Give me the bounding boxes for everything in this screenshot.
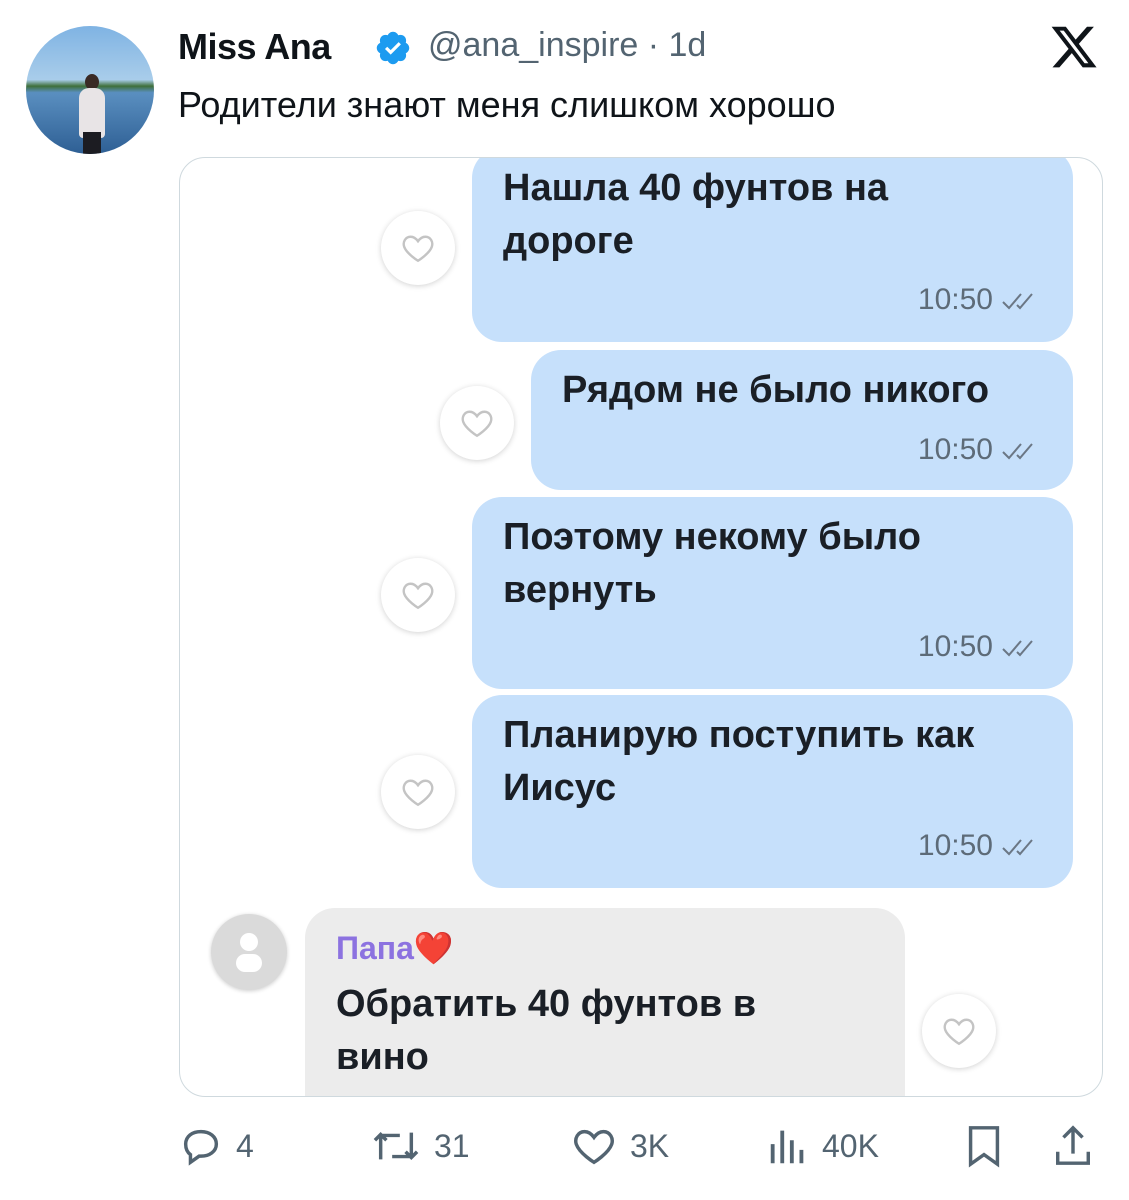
- reply-button[interactable]: 4: [178, 1118, 254, 1174]
- heart-icon: [461, 410, 493, 438]
- reply-count: 4: [236, 1127, 254, 1164]
- read-checks-icon: [1002, 293, 1033, 310]
- message-bubble[interactable]: Нашла 40 фунтов на дороге 10:50: [472, 158, 1073, 342]
- sender-name: Папа❤️: [336, 930, 454, 966]
- reply-icon: [183, 1129, 219, 1166]
- author-handle[interactable]: @ana_inspire · 1d: [428, 26, 706, 65]
- reply-bubble[interactable]: Папа❤️ Обратить 40 фунтов в вино: [305, 908, 905, 1096]
- sender-avatar[interactable]: [211, 914, 287, 990]
- author-avatar[interactable]: [26, 26, 154, 154]
- bookmark-icon: [968, 1126, 1000, 1168]
- x-logo-icon[interactable]: [1048, 22, 1100, 72]
- reply-text: Обратить 40 фунтов в: [336, 983, 757, 1025]
- read-checks-icon: [1002, 640, 1033, 657]
- chat-screenshot[interactable]: Нашла 40 фунтов на дороге 10:50 Рядом не…: [179, 157, 1103, 1097]
- message-bubble[interactable]: Рядом не было никого 10:50: [531, 350, 1073, 490]
- message-time: 10:50: [917, 433, 993, 466]
- message-text: Рядом не было никого: [562, 369, 990, 411]
- like-icon: [574, 1129, 614, 1165]
- retweet-icon: [373, 1132, 419, 1160]
- message-text: Планирую поступить как: [503, 714, 975, 756]
- tweet-actions: 4 31 3K 40K: [0, 1118, 1129, 1178]
- react-button[interactable]: [381, 755, 455, 829]
- message-text: вернуть: [503, 569, 657, 611]
- react-button[interactable]: [381, 558, 455, 632]
- author-name[interactable]: Miss Ana: [178, 26, 331, 68]
- message-text: Нашла 40 фунтов на: [503, 167, 889, 209]
- like-count: 3K: [630, 1127, 670, 1164]
- views-icon: [770, 1130, 804, 1164]
- retweet-button[interactable]: 31: [370, 1118, 470, 1174]
- message-time: 10:50: [917, 283, 993, 316]
- verified-icon: [376, 31, 410, 65]
- message-bubble[interactable]: Планирую поступить как Иисус 10:50: [472, 695, 1073, 888]
- message-bubble[interactable]: Поэтому некому было вернуть 10:50: [472, 497, 1073, 689]
- message-text: Иисус: [503, 767, 617, 809]
- react-button[interactable]: [440, 386, 514, 460]
- bookmark-button[interactable]: [964, 1118, 1016, 1174]
- react-button[interactable]: [922, 994, 996, 1068]
- user-avatar-icon: [236, 933, 262, 972]
- retweet-count: 31: [434, 1127, 470, 1164]
- read-checks-icon: [1002, 443, 1033, 460]
- message-time: 10:50: [917, 829, 993, 862]
- views-button[interactable]: 40K: [766, 1118, 879, 1174]
- message-text: дороге: [503, 220, 634, 262]
- message-text: Поэтому некому было: [503, 516, 922, 558]
- share-button[interactable]: [1052, 1118, 1106, 1174]
- read-checks-icon: [1002, 839, 1033, 856]
- message-time: 10:50: [917, 630, 993, 663]
- heart-icon: [402, 779, 434, 807]
- views-count: 40K: [822, 1127, 879, 1164]
- react-button[interactable]: [381, 211, 455, 285]
- share-icon: [1056, 1125, 1090, 1165]
- tweet-text: Родители знают меня слишком хорошо: [178, 84, 836, 125]
- heart-icon: [943, 1018, 975, 1046]
- heart-icon: [402, 582, 434, 610]
- like-button[interactable]: 3K: [570, 1118, 669, 1174]
- reply-text: вино: [336, 1036, 429, 1078]
- heart-icon: [402, 235, 434, 263]
